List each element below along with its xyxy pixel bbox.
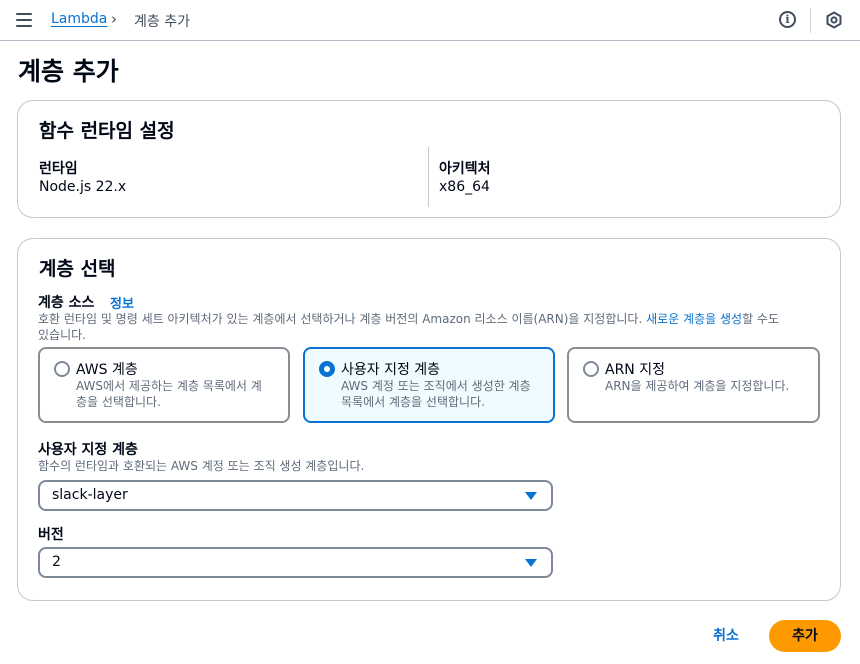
- tile-description: ARN을 제공하여 계층을 지정합니다.: [605, 379, 790, 393]
- architecture-value: x86_64: [439, 179, 490, 195]
- layer-selection-container: 계층 선택 계층 소스 정보 호환 런타임 및 명령 세트 아키텍처가 있는 계…: [17, 238, 841, 601]
- radio-tile-specify-arn[interactable]: ARN 지정 ARN을 제공하여 계층을 지정합니다.: [567, 347, 820, 423]
- radio-tile-aws-layers[interactable]: AWS 계층 AWS에서 제공하는 계층 목록에서 계 층을 선택합니다.: [38, 347, 290, 423]
- architecture-label: 아키텍처: [439, 161, 491, 177]
- version-label: 버전: [38, 527, 64, 543]
- column-divider: [428, 147, 429, 207]
- caret-down-icon: [525, 559, 537, 567]
- radio-tile-custom-layers[interactable]: 사용자 지정 계층 AWS 계정 또는 조직에서 생성한 계층 목록에서 계층을…: [303, 347, 555, 423]
- tile-label: AWS 계층: [76, 362, 138, 378]
- tile-description: AWS 계정 또는 조직에서 생성한 계층 목록에서 계층을 선택합니다.: [341, 379, 531, 409]
- tile-description: AWS에서 제공하는 계층 목록에서 계 층을 선택합니다.: [76, 379, 262, 409]
- top-navigation-bar: Lambda › 계층 추가 i: [0, 0, 860, 41]
- tile-label: ARN 지정: [605, 362, 665, 378]
- runtime-settings-title: 함수 런타임 설정: [39, 120, 175, 142]
- version-select[interactable]: 2: [38, 547, 553, 578]
- radio-button-selected[interactable]: [319, 361, 335, 377]
- tile-label: 사용자 지정 계층: [341, 362, 441, 378]
- caret-down-icon: [525, 492, 537, 500]
- version-select-value: 2: [52, 554, 61, 570]
- layer-selection-title: 계층 선택: [39, 258, 116, 280]
- layer-source-description: 호환 런타임 및 명령 세트 아키텍처가 있는 계층에서 선택하거나 계층 버전…: [38, 312, 780, 342]
- runtime-label: 런타임: [39, 161, 78, 177]
- radio-button[interactable]: [583, 361, 599, 377]
- settings-hex-icon[interactable]: [825, 11, 843, 29]
- hamburger-icon[interactable]: [16, 13, 32, 27]
- cancel-button[interactable]: 취소: [700, 624, 752, 648]
- create-new-layer-link[interactable]: 새로운 계층을 생성: [646, 312, 742, 326]
- layer-source-label: 계층 소스: [38, 295, 95, 311]
- custom-layer-description: 함수의 런타임과 호환되는 AWS 계정 또는 조직 생성 계층입니다.: [38, 459, 365, 473]
- custom-layer-select-value: slack-layer: [52, 487, 128, 503]
- page-title: 계층 추가: [18, 57, 119, 86]
- runtime-settings-container: 함수 런타임 설정 런타임 Node.js 22.x 아키텍처 x86_64: [17, 100, 841, 218]
- runtime-value: Node.js 22.x: [39, 179, 127, 195]
- info-icon[interactable]: i: [779, 11, 796, 28]
- add-button[interactable]: 추가: [769, 620, 841, 652]
- custom-layer-select[interactable]: slack-layer: [38, 480, 553, 511]
- header-divider: [810, 8, 811, 33]
- radio-button[interactable]: [54, 361, 70, 377]
- breadcrumb-lambda-link[interactable]: Lambda: [51, 11, 107, 27]
- custom-layer-label: 사용자 지정 계층: [38, 442, 138, 458]
- breadcrumb-current: 계층 추가: [134, 14, 190, 30]
- chevron-right-icon: ›: [111, 10, 117, 28]
- info-link[interactable]: 정보: [110, 293, 134, 312]
